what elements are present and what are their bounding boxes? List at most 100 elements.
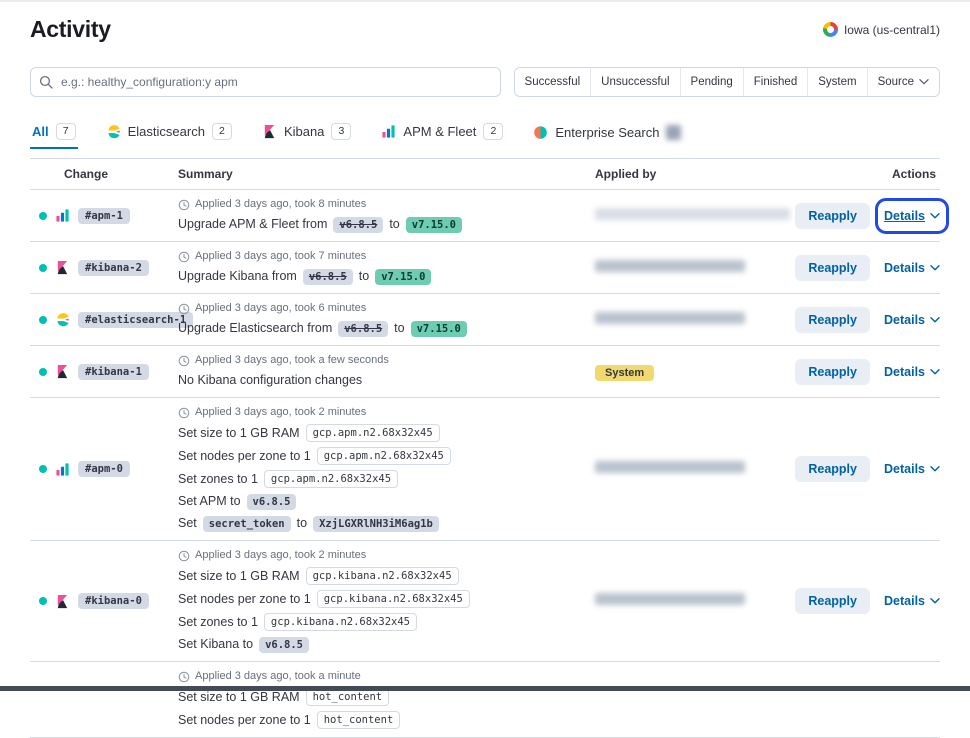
applied-time: Applied 3 days ago, took 7 minutes — [178, 250, 585, 263]
summary-text: Set nodes per zone to 1 — [178, 712, 311, 729]
summary-line: Set zones to 1gcp.kibana.n2.68x32x45 — [178, 613, 585, 631]
details-button[interactable]: Details — [884, 594, 940, 608]
summary-text: Set size to 1 GB RAM — [178, 689, 300, 706]
summary-text: Upgrade APM & Fleet from — [178, 216, 327, 233]
clock-icon — [178, 199, 190, 211]
tab-count: 2 — [212, 123, 232, 140]
applied-by-cell: System — [595, 363, 790, 381]
filter-button-system[interactable]: System — [807, 68, 866, 96]
details-button[interactable]: Details — [884, 462, 940, 476]
summary-text: Set nodes per zone to 1 — [178, 591, 311, 608]
reapply-button[interactable]: Reapply — [795, 307, 870, 333]
details-button[interactable]: Details — [884, 313, 940, 327]
tab-enterprise-search[interactable]: Enterprise Search — [531, 121, 683, 149]
value-badge: v6.8.5 — [247, 494, 297, 510]
value-badge: hot_content — [317, 711, 401, 729]
region-selector[interactable]: Iowa (us-central1) — [823, 22, 940, 37]
actions-cell: Reapply Details — [790, 203, 940, 229]
tab-label: APM & Fleet — [403, 124, 476, 139]
summary-cell: Applied 3 days ago, took 8 minutesUpgrad… — [178, 198, 595, 233]
tabs: All7 Elasticsearch 2 Kibana 3 APM & Fleet2 Ent… — [30, 119, 940, 149]
details-wrap: Details — [884, 460, 940, 478]
summary-line: Upgrade Elasticsearch fromv6.8.5tov7.15.… — [178, 320, 585, 337]
tab-apm-fleet[interactable]: APM & Fleet2 — [379, 119, 505, 149]
reapply-button[interactable]: Reapply — [795, 255, 870, 281]
tab-label: Enterprise Search — [555, 125, 659, 140]
reapply-button[interactable]: Reapply — [795, 359, 870, 385]
apm-icon — [55, 208, 70, 223]
clock-icon — [178, 303, 190, 315]
summary-text: Set nodes per zone to 1 — [178, 448, 311, 465]
tab-elasticsearch[interactable]: Elasticsearch 2 — [104, 119, 234, 149]
system-badge: System — [595, 365, 654, 381]
filter-button-finished[interactable]: Finished — [743, 68, 807, 96]
summary-text: Set APM to — [178, 493, 241, 510]
summary-cell: Applied 3 days ago, took 2 minutesSet si… — [178, 406, 595, 532]
change-cell: #kibana-1 — [30, 364, 178, 380]
applied-time-text: Applied 3 days ago, took 2 minutes — [195, 549, 366, 562]
status-dot — [39, 368, 47, 376]
reapply-button[interactable]: Reapply — [795, 456, 870, 482]
tab-label: Elasticsearch — [128, 124, 205, 139]
value-badge: v7.15.0 — [411, 321, 467, 337]
reapply-button[interactable]: Reapply — [795, 588, 870, 614]
table-header: Change Summary Applied by Actions — [30, 158, 940, 190]
applied-by-cell — [595, 207, 790, 225]
chevron-down-icon — [930, 317, 940, 323]
summary-cell: Applied 3 days ago, took 6 minutesUpgrad… — [178, 302, 595, 337]
summary-text: to — [359, 268, 369, 285]
redacted-user — [595, 260, 745, 272]
clock-icon — [178, 407, 190, 419]
page-header: Activity Iowa (us-central1) — [30, 2, 940, 43]
filter-button-successful[interactable]: Successful — [515, 68, 591, 96]
elasticsearch-icon — [55, 312, 70, 327]
clock-icon — [178, 251, 190, 263]
search-input[interactable] — [30, 67, 501, 97]
actions-cell: Reapply Details — [790, 255, 940, 281]
details-button[interactable]: Details — [884, 365, 940, 379]
tab-count: 3 — [331, 123, 351, 140]
actions-cell: Reapply Details — [790, 359, 940, 385]
details-wrap: Details — [884, 311, 940, 329]
change-cell: #apm-1 — [30, 208, 178, 224]
reapply-button[interactable]: Reapply — [795, 203, 870, 229]
summary-text: Set size to 1 GB RAM — [178, 568, 300, 585]
apm-icon — [381, 124, 396, 139]
chevron-down-icon — [930, 213, 940, 219]
value-badge: gcp.kibana.n2.68x32x45 — [306, 567, 459, 585]
actions-cell: Reapply Details — [790, 307, 940, 333]
change-cell: #elasticsearch-1 — [30, 312, 178, 328]
details-button[interactable]: Details — [884, 209, 940, 223]
actions-cell: Reapply Details — [790, 456, 940, 482]
table-body: #apm-1Applied 3 days ago, took 8 minutes… — [30, 190, 940, 738]
applied-by-cell — [595, 259, 790, 277]
summary-line: Set size to 1 GB RAM gcp.kibana.n2.68x32x… — [178, 567, 585, 585]
kibana-icon — [262, 124, 277, 139]
redacted-user — [595, 593, 745, 605]
filter-label: Successful — [525, 76, 581, 88]
summary-text: Set — [178, 515, 197, 532]
details-button[interactable]: Details — [884, 261, 940, 275]
summary-line: Set nodes per zone to 1gcp.apm.n2.68x32x… — [178, 447, 585, 465]
summary-line: Upgrade Kibana fromv6.8.5tov7.15.0 — [178, 268, 585, 285]
applied-time: Applied 3 days ago, took a minute — [178, 670, 585, 683]
column-header-applied-by: Applied by — [595, 167, 790, 181]
details-label: Details — [884, 261, 925, 275]
tab-all[interactable]: All7 — [30, 119, 78, 149]
summary-line: Setsecret_tokentoXzjLGXRlNH3iM6ag1b — [178, 515, 585, 532]
activity-page: Activity Iowa (us-central1) Successful Un… — [0, 0, 970, 738]
details-wrap: Details — [884, 592, 940, 610]
tab-label: Kibana — [284, 124, 324, 139]
change-cell: #apm-0 — [30, 461, 178, 477]
window-edge — [0, 686, 970, 691]
filter-button-pending[interactable]: Pending — [680, 68, 743, 96]
filter-label: Source — [878, 76, 914, 88]
chevron-down-icon — [930, 369, 940, 375]
applied-time: Applied 3 days ago, took a few seconds — [178, 354, 585, 367]
filter-button-source[interactable]: Source — [867, 68, 939, 96]
tab-kibana[interactable]: Kibana 3 — [260, 119, 353, 149]
summary-text: to — [394, 320, 404, 337]
filter-button-unsuccessful[interactable]: Unsuccessful — [590, 68, 679, 96]
activity-row: #kibana-2Applied 3 days ago, took 7 minu… — [30, 242, 940, 294]
tab-count-redacted — [666, 125, 681, 140]
